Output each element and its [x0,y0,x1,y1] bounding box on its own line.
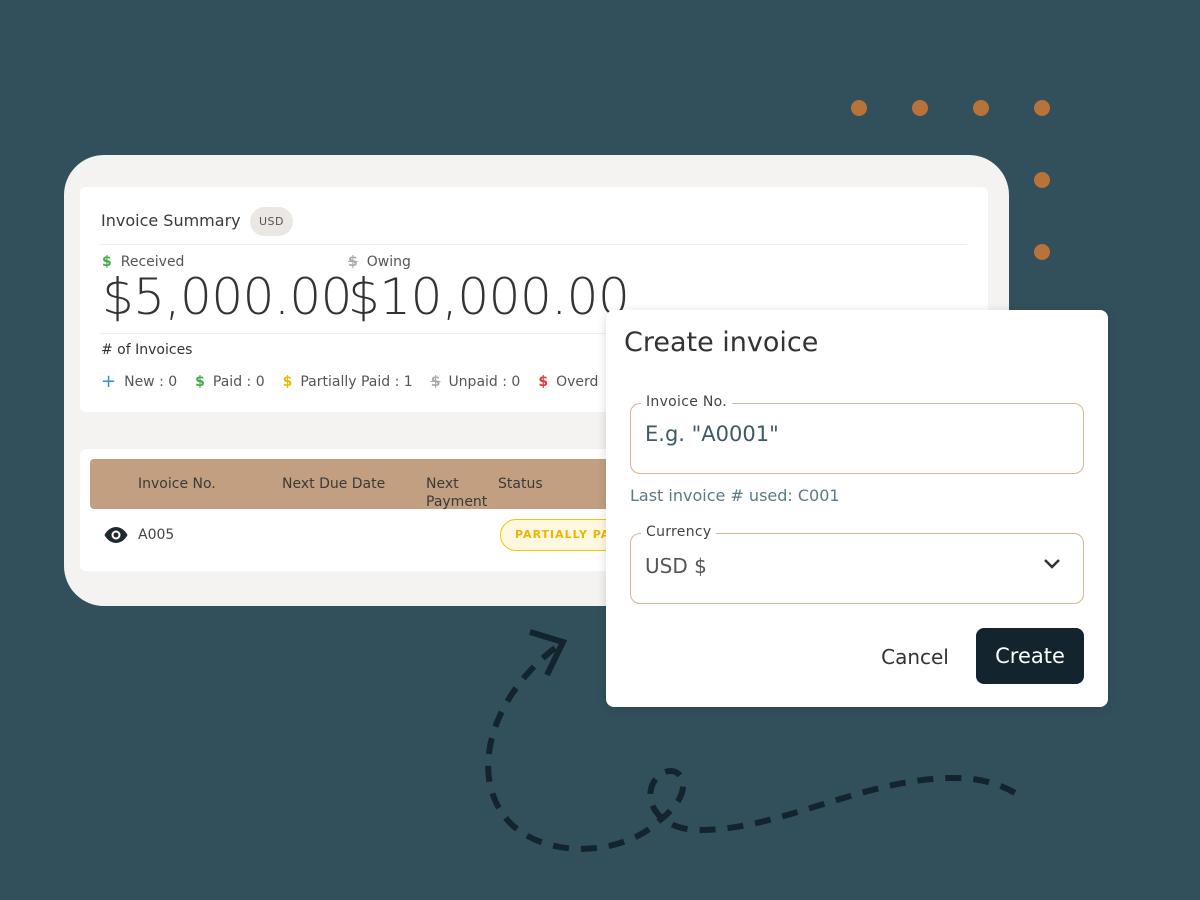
invoice-number: A005 [138,527,175,543]
decorative-dot [973,100,989,116]
count-label: New : 0 [124,373,178,390]
summary-title: Invoice Summary [101,211,241,230]
table-header: Invoice No. Next Due Date Next Payment S… [90,459,620,511]
chevron-down-icon[interactable] [1043,558,1061,570]
decorative-dot [851,100,867,116]
count-overdue: $ Overd [538,371,598,392]
arrow-head [529,629,568,677]
column-header-status[interactable]: Status [498,475,543,493]
dollar-icon: $ [538,373,549,390]
received-stat: $ Received $5,000.00 [102,254,352,322]
dollar-icon: $ [195,373,205,390]
dollar-off-icon: $ [430,373,441,390]
owing-amount: $10,000.00 [348,268,630,326]
divider [100,244,967,245]
currency-badge: USD [250,207,294,236]
invoice-table: Invoice No. Next Due Date Next Payment S… [80,449,620,571]
field-label: Invoice No. [641,394,733,410]
cancel-button[interactable]: Cancel [864,630,966,684]
received-amount: $5,000.00 [102,268,352,326]
invoice-number-field[interactable]: Invoice No. [630,394,1084,474]
eye-icon[interactable] [104,526,128,544]
count-new: + New : 0 [101,371,177,392]
table-row[interactable]: A005 PARTIALLY PAI [80,515,620,555]
create-invoice-dialog: Create invoice Invoice No. Last invoice … [606,310,1108,707]
count-unpaid: $ Unpaid : 0 [431,371,521,392]
last-invoice-hint: Last invoice # used: C001 [630,486,840,505]
column-header-next-payment[interactable]: Next Payment [426,475,487,511]
plus-icon: + [101,371,117,392]
dollar-icon: $ [282,373,293,390]
column-header-text: Payment [426,494,488,510]
create-button[interactable]: Create [976,628,1084,684]
count-label: Partially Paid : 1 [300,373,413,390]
invoice-counts: + New : 0 $ Paid : 0 $ Partially Paid : … [101,371,598,392]
column-header-text: Next [426,476,459,492]
field-label: Currency [641,524,717,540]
column-header-next-due-date[interactable]: Next Due Date [282,475,385,493]
count-label: Paid : 0 [212,373,265,390]
count-paid: $ Paid : 0 [195,371,264,392]
currency-value: USD $ [645,554,707,578]
decorative-dot [1034,172,1050,188]
status-badge: PARTIALLY PAI [500,519,620,551]
invoice-count-title: # of Invoices [101,342,193,358]
decorative-dot [1034,244,1050,260]
owing-stat: $ Owing $10,000.00 [348,254,630,326]
count-label: Unpaid : 0 [448,373,521,390]
currency-select[interactable]: Currency USD $ [630,524,1084,604]
count-partially-paid: $ Partially Paid : 1 [283,371,413,392]
invoice-number-input[interactable] [645,422,1045,446]
dialog-title: Create invoice [624,327,819,358]
column-header-invoice-no[interactable]: Invoice No. [138,475,216,493]
count-label: Overd [556,373,599,390]
decorative-dot [1034,100,1050,116]
decorative-dot [912,100,928,116]
